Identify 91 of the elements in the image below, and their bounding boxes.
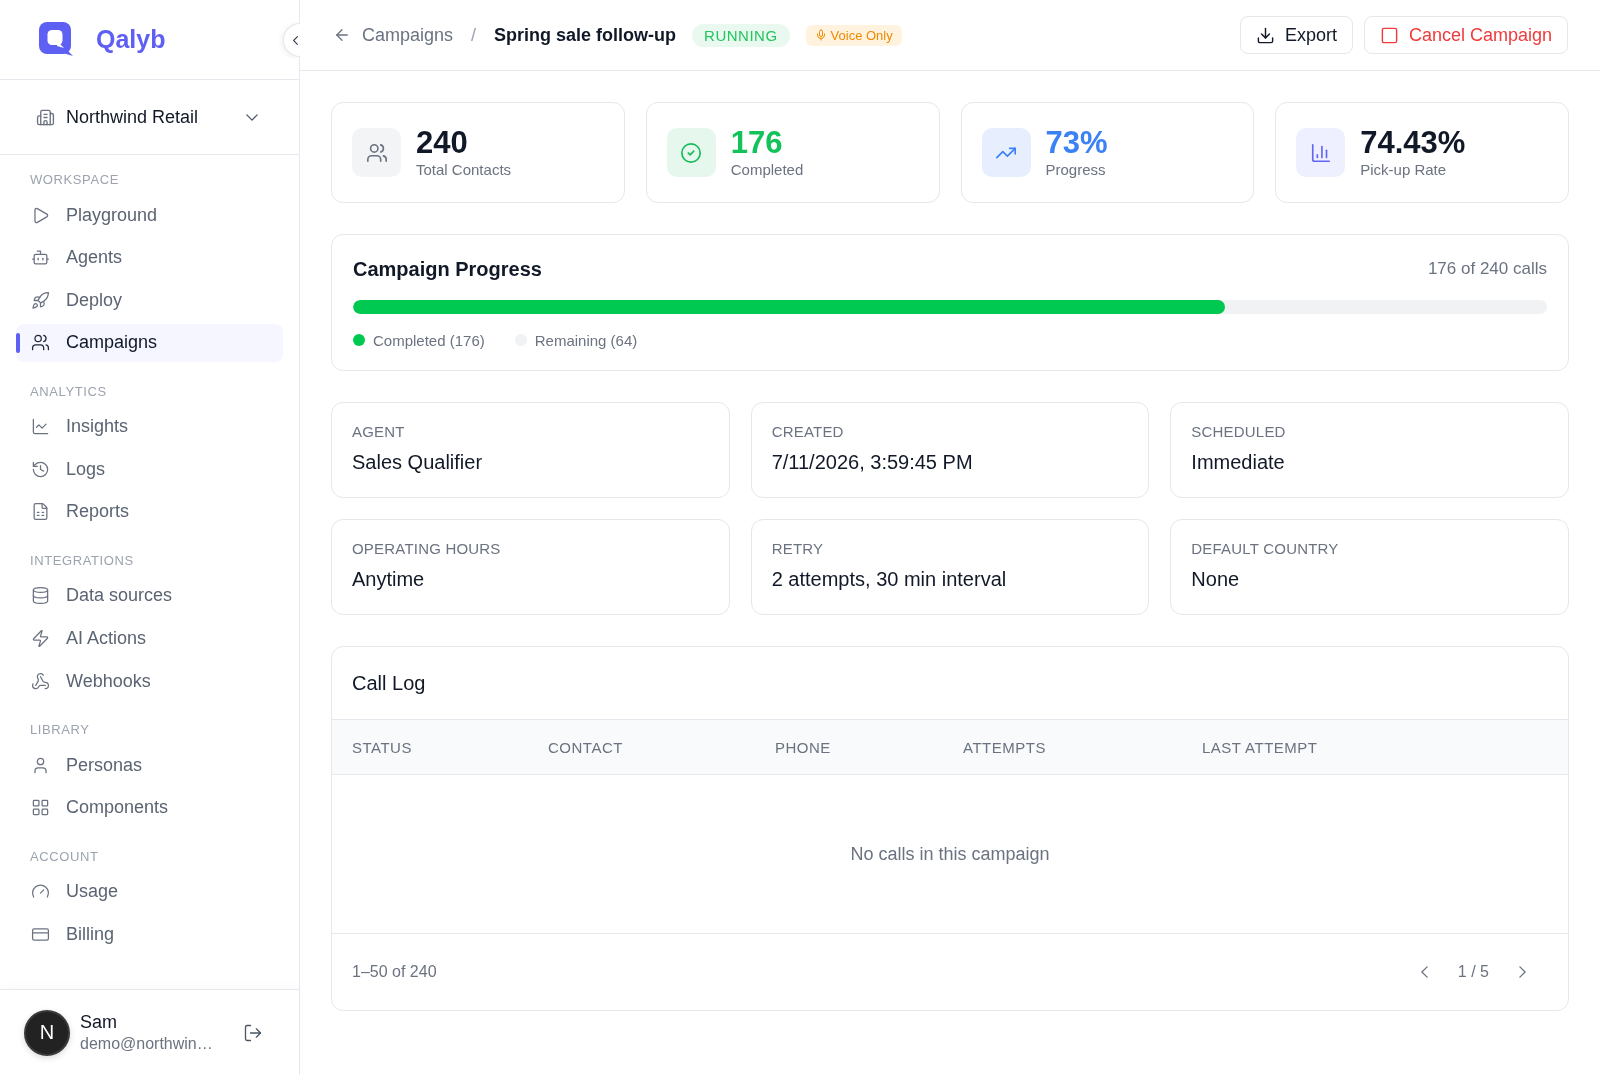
- logout-button[interactable]: [243, 1022, 263, 1043]
- nav-item[interactable]: Components: [16, 788, 283, 827]
- chevron-left-icon: [1420, 966, 1428, 978]
- stat-label: Pick-up Rate: [1360, 159, 1447, 180]
- nav-item[interactable]: Billing: [16, 915, 283, 954]
- column-header: LAST ATTEMPT: [1202, 738, 1318, 756]
- card-title: Call Log: [352, 671, 426, 695]
- building-icon: [36, 107, 55, 127]
- nav-item[interactable]: Data sources: [16, 576, 283, 615]
- section-label: LIBRARY: [29, 722, 90, 739]
- breadcrumb-separator: /: [471, 24, 477, 46]
- brand-name: Qalyb: [96, 25, 166, 54]
- nav-item[interactable]: Campaigns: [16, 323, 283, 362]
- lightning-icon: [31, 629, 50, 649]
- nav-item[interactable]: AI Actions: [16, 619, 283, 658]
- chevron-left-icon: [293, 35, 298, 45]
- logo-icon: [39, 22, 74, 57]
- card-title: Campaign Progress: [353, 257, 542, 281]
- microphone-icon: [814, 29, 827, 41]
- column-header: STATUS: [352, 738, 412, 756]
- status-badge: RUNNING: [692, 23, 790, 47]
- detail-label: CREATED: [771, 423, 844, 441]
- chevron-down-icon: [246, 113, 258, 121]
- cancel-button[interactable]: Cancel Campaign: [1363, 16, 1568, 54]
- progress-summary: 176 of 240 calls: [1427, 259, 1547, 279]
- stat-value: 74.43%: [1360, 125, 1466, 160]
- square-icon: [1379, 25, 1399, 45]
- stat-value: 176: [730, 125, 783, 160]
- detail-label: RETRY: [771, 540, 824, 558]
- chevron-right-icon: [1519, 966, 1526, 978]
- legend-label: Remaining (64): [534, 331, 638, 349]
- workspace-selector[interactable]: Northwind Retail: [0, 80, 299, 154]
- nav-item[interactable]: Insights: [16, 407, 283, 446]
- detail-label: DEFAULT COUNTRY: [1191, 540, 1339, 558]
- nav-item[interactable]: Agents: [16, 238, 283, 277]
- stat-label: Progress: [1045, 159, 1106, 180]
- detail-value: None: [1191, 567, 1240, 592]
- user-name: Sam: [80, 1012, 117, 1033]
- page-title: Spring sale follow-up: [494, 24, 677, 46]
- nav-item[interactable]: Logs: [16, 450, 283, 489]
- stat-label: Total Contacts: [416, 159, 512, 180]
- play-icon: [31, 205, 50, 225]
- users-icon: [352, 128, 401, 177]
- nav-item[interactable]: Usage: [16, 872, 283, 911]
- badge-label: Voice Only: [830, 27, 893, 43]
- detail-value: 2 attempts, 30 min interval: [771, 567, 1007, 592]
- detail-value: Anytime: [352, 567, 425, 592]
- column-header: PHONE: [775, 738, 831, 756]
- stat-value: 73%: [1045, 125, 1108, 160]
- breadcrumb-link[interactable]: Campaigns: [333, 24, 454, 46]
- legend-label: Completed (176): [373, 331, 485, 349]
- logout-icon: [243, 1022, 263, 1043]
- detail-label: AGENT: [352, 423, 405, 441]
- detail-value: 7/11/2026, 3:59:45 PM: [771, 450, 973, 475]
- line-chart-icon: [31, 417, 50, 437]
- page-indicator: 1 / 5: [1457, 963, 1489, 981]
- avatar: N: [24, 1009, 70, 1056]
- detail-label: SCHEDULED: [1191, 423, 1286, 441]
- detail-value: Immediate: [1191, 450, 1285, 475]
- section-label: ACCOUNT: [29, 848, 99, 865]
- section-label: WORKSPACE: [29, 172, 119, 188]
- nav-item[interactable]: Playground: [16, 196, 283, 234]
- column-header: CONTACT: [548, 738, 623, 756]
- bar-chart-icon: [1296, 128, 1346, 177]
- stat-label: Completed: [730, 159, 804, 180]
- detail-value: Sales Qualifier: [352, 450, 483, 475]
- column-header: ATTEMPTS: [963, 738, 1046, 756]
- grid-icon: [31, 798, 50, 818]
- nav-item[interactable]: Deploy: [16, 281, 283, 320]
- stat-value: 240: [416, 125, 468, 160]
- empty-state-message: No calls in this campaign: [850, 843, 1050, 865]
- database-icon: [31, 586, 50, 606]
- section-label: ANALYTICS: [29, 383, 107, 400]
- history-icon: [31, 459, 50, 479]
- user-icon: [31, 755, 50, 775]
- download-icon: [1255, 25, 1275, 45]
- previous-page-button[interactable]: [1420, 966, 1428, 978]
- export-button[interactable]: Export: [1239, 16, 1353, 54]
- nav-item[interactable]: Reports: [16, 492, 283, 531]
- detail-label: OPERATING HOURS: [352, 540, 501, 558]
- spreadsheet-icon: [31, 502, 50, 522]
- pagination-range: 1–50 of 240: [352, 963, 437, 981]
- trending-up-icon: [981, 128, 1031, 177]
- users-icon: [31, 333, 50, 353]
- nav-item[interactable]: Personas: [16, 746, 283, 785]
- section-label: INTEGRATIONS: [29, 552, 134, 569]
- rocket-icon: [31, 290, 50, 310]
- webhook-icon: [31, 671, 50, 691]
- user-email: demo@northwin…: [80, 1035, 213, 1053]
- nav-item[interactable]: Webhooks: [16, 662, 283, 701]
- next-page-button[interactable]: [1519, 966, 1526, 978]
